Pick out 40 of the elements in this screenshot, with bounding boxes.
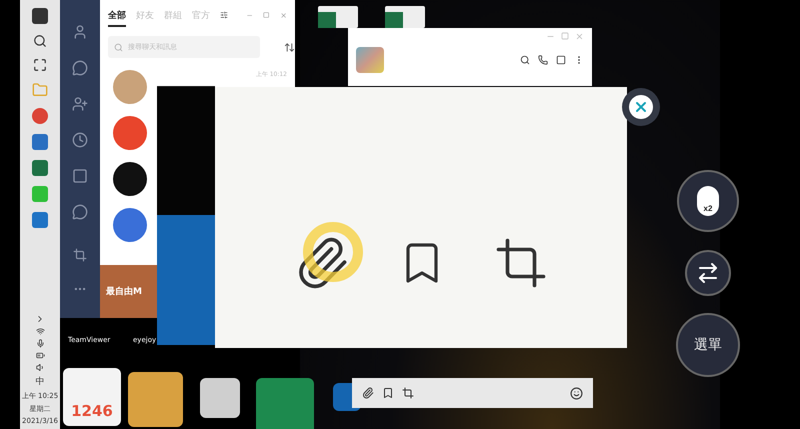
filter-icon[interactable]	[220, 10, 228, 20]
speech-bubble-icon[interactable]	[72, 204, 88, 220]
microphone-icon[interactable]	[36, 339, 44, 348]
paperclip-icon[interactable]	[362, 387, 374, 399]
task-view-icon[interactable]	[33, 58, 47, 72]
download-app-icon[interactable]	[32, 134, 48, 150]
phone-icon[interactable]	[538, 55, 548, 65]
touch-ring	[303, 222, 363, 282]
volume-icon[interactable]	[36, 363, 44, 372]
input-method[interactable]: 中	[36, 375, 44, 388]
battery-icon[interactable]	[36, 351, 44, 360]
chat-icon[interactable]	[72, 60, 88, 76]
settings-file-icon[interactable]	[200, 378, 240, 418]
close-icon	[633, 99, 649, 115]
sort-icon[interactable]	[284, 42, 295, 52]
wifi-icon[interactable]	[36, 327, 44, 336]
add-friend-icon[interactable]	[72, 96, 88, 112]
maximize-icon[interactable]	[263, 11, 270, 19]
start-icon[interactable]	[32, 8, 48, 24]
blurred-avatar	[356, 47, 384, 73]
avatar[interactable]	[113, 162, 147, 196]
browser-icon[interactable]	[32, 108, 48, 124]
crop-icon[interactable]	[402, 387, 414, 399]
crop-icon[interactable]	[494, 236, 548, 290]
profile-icon[interactable]	[72, 24, 88, 40]
emoji-icon[interactable]	[570, 386, 583, 400]
tab[interactable]: 全部	[108, 3, 126, 27]
square-icon[interactable]	[72, 168, 88, 184]
spreadsheet-file-icon[interactable]	[385, 6, 425, 28]
search-icon[interactable]	[520, 55, 530, 65]
clock-icon[interactable]	[72, 132, 88, 148]
spreadsheet-app-icon[interactable]	[32, 160, 48, 176]
app-icon[interactable]	[32, 212, 48, 228]
search-icon	[114, 42, 123, 52]
close-icon[interactable]	[280, 10, 287, 20]
search-icon[interactable]	[33, 34, 47, 48]
app-shortcut[interactable]: 1246	[63, 368, 121, 426]
spreadsheet-file-icon[interactable]	[318, 6, 358, 28]
banner[interactable]: 最自由M	[100, 265, 157, 318]
bookmark-icon[interactable]	[382, 387, 394, 399]
